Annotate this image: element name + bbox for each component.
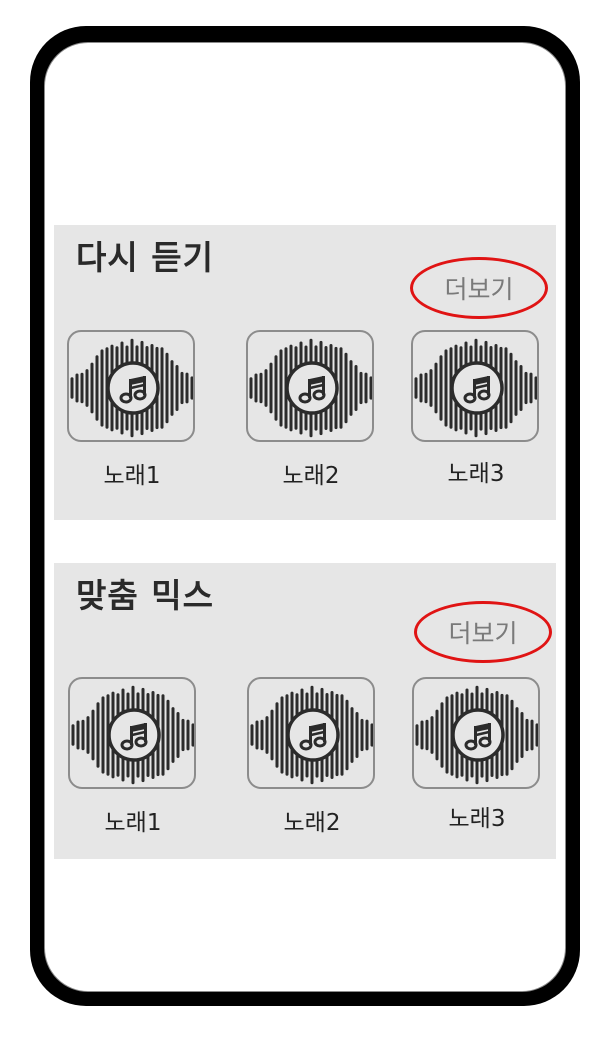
music-waveform-icon (250, 685, 373, 785)
song-item[interactable]: 노래3 (412, 677, 542, 833)
music-waveform-icon (415, 685, 538, 785)
music-waveform-icon (249, 338, 372, 438)
section-listen-again: 다시 듣기 더보기 노래1 노래2 노래3 (54, 225, 556, 520)
music-waveform-icon (70, 338, 193, 438)
album-art[interactable] (412, 677, 540, 789)
song-label: 노래1 (103, 463, 161, 489)
song-item[interactable]: 노래1 (68, 677, 198, 837)
section-title: 맞춤 믹스 (76, 576, 214, 615)
album-art[interactable] (67, 330, 195, 442)
song-item[interactable]: 노래2 (246, 330, 376, 490)
album-art[interactable] (246, 330, 374, 442)
album-art[interactable] (68, 677, 196, 789)
song-item[interactable]: 노래3 (411, 330, 541, 488)
song-label: 노래3 (448, 806, 506, 832)
album-art[interactable] (247, 677, 375, 789)
song-label: 노래1 (104, 810, 162, 836)
song-item[interactable]: 노래1 (67, 330, 197, 490)
music-waveform-icon (71, 685, 194, 785)
album-art[interactable] (411, 330, 539, 442)
music-waveform-icon (414, 338, 537, 438)
song-label: 노래2 (282, 463, 340, 489)
song-label: 노래2 (283, 810, 341, 836)
more-button[interactable]: 더보기 (410, 257, 548, 319)
song-item[interactable]: 노래2 (247, 677, 377, 837)
section-title: 다시 듣기 (76, 238, 214, 277)
section-custom-mix: 맞춤 믹스 더보기 노래1 노래2 노래3 (54, 563, 556, 859)
more-button[interactable]: 더보기 (414, 601, 552, 663)
song-label: 노래3 (447, 461, 505, 487)
